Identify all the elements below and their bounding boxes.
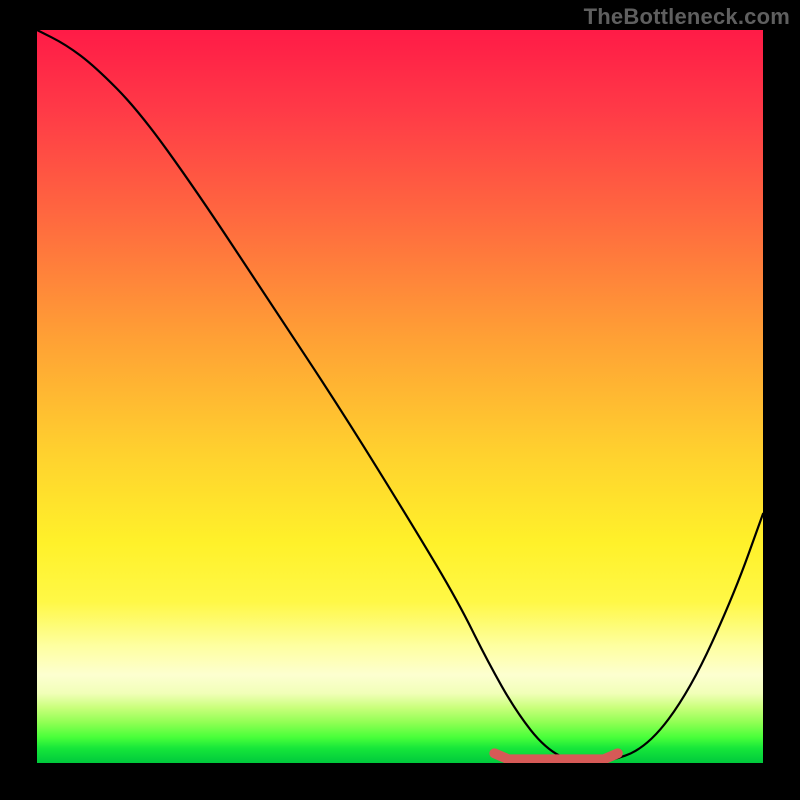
bottleneck-curve [37,30,763,763]
watermark-text: TheBottleneck.com [584,4,790,30]
curve-svg [37,30,763,763]
plot-area [37,30,763,763]
chart-container: TheBottleneck.com [0,0,800,800]
